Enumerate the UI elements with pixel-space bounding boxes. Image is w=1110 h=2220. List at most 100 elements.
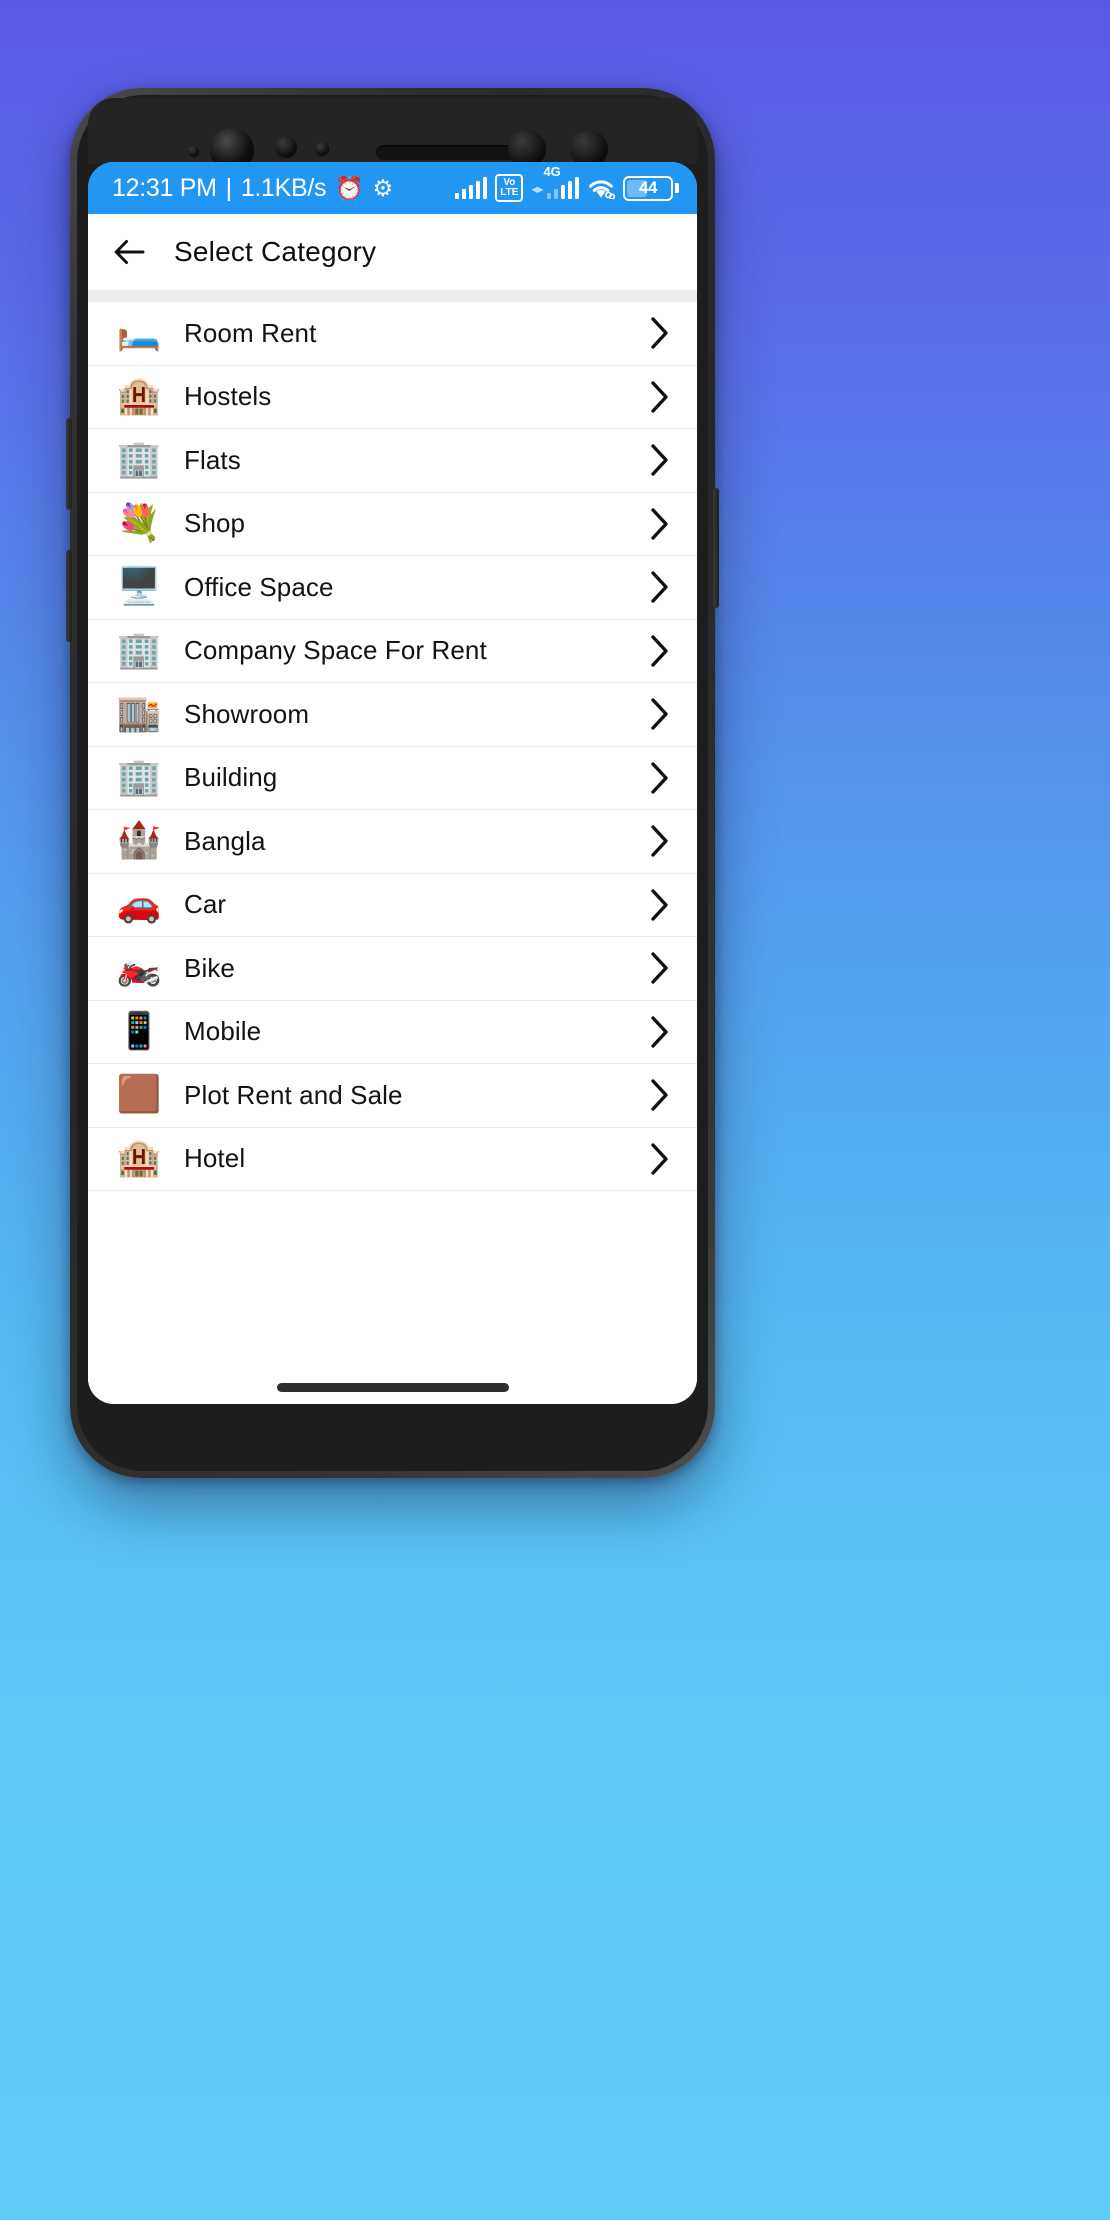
hotel-building-icon: 🏨: [116, 375, 162, 417]
list-item[interactable]: 🏢 Flats: [88, 429, 697, 493]
shop-storefront-icon: 💐: [116, 502, 162, 544]
list-item[interactable]: 🟫 Plot Rent and Sale: [88, 1064, 697, 1128]
chevron-right-icon[interactable]: [643, 380, 677, 414]
list-item[interactable]: 🏨 Hotel: [88, 1127, 697, 1191]
list-item[interactable]: 📱 Mobile: [88, 1000, 697, 1064]
chevron-right-icon: [651, 698, 668, 730]
arrow-left-icon: [114, 240, 145, 264]
chevron-right-icon[interactable]: [643, 1015, 677, 1049]
chevron-right-icon: [651, 952, 668, 984]
chevron-right-icon[interactable]: [643, 824, 677, 858]
power-button[interactable]: [713, 488, 719, 608]
list-item-label: Room Rent: [184, 317, 317, 348]
chevron-right-icon[interactable]: [643, 888, 677, 922]
chevron-right-icon[interactable]: [643, 1078, 677, 1112]
volte-badge-icon: Vo LTE: [495, 174, 524, 202]
volte-label-line2: LTE: [500, 187, 519, 198]
list-item-label: Office Space: [184, 571, 334, 602]
battery-body: 44: [623, 175, 673, 201]
list-item-label: Car: [184, 889, 227, 920]
chevron-right-icon[interactable]: [643, 570, 677, 604]
mobile-phone-icon: 📱: [116, 1010, 162, 1052]
signal-bars-icon: [546, 176, 579, 199]
list-item[interactable]: 🛏️ Room Rent: [88, 302, 697, 366]
list-item-label: Company Space For Rent: [184, 635, 487, 666]
data-transfer-arrows-icon: ◂▸: [531, 181, 544, 196]
list-item[interactable]: 🖥️ Office Space: [88, 556, 697, 620]
battery-indicator: 44: [623, 175, 679, 201]
car-icon: 🚗: [116, 883, 162, 925]
chevron-right-icon: [651, 1143, 668, 1175]
list-item[interactable]: 🏬 Showroom: [88, 683, 697, 747]
status-bar-left-group: 12:31 PM | 1.1KB/s ⏰ ⚙: [112, 174, 393, 203]
list-item[interactable]: 🏢 Company Space For Rent: [88, 619, 697, 683]
list-item-label: Bike: [184, 952, 235, 983]
app-bar: Select Category: [88, 214, 697, 290]
chevron-right-icon[interactable]: [643, 697, 677, 731]
farm-plot-icon: 🟫: [116, 1074, 162, 1116]
phone-device-frame: 12:31 PM | 1.1KB/s ⏰ ⚙ Vo LTE 4G ◂▸ 44 S…: [66, 88, 719, 1478]
office-buildings-icon: 🏢: [116, 439, 162, 481]
motorcycle-icon: 🏍️: [116, 947, 162, 989]
status-time: 12:31 PM: [112, 173, 217, 202]
list-item[interactable]: 💐 Shop: [88, 492, 697, 556]
volume-down-button[interactable]: [66, 550, 72, 642]
chevron-right-icon: [651, 381, 668, 413]
back-button[interactable]: [108, 230, 152, 274]
building-icon: 🏢: [116, 756, 162, 798]
chevron-right-icon[interactable]: [643, 316, 677, 350]
gear-icon: ⚙: [372, 174, 394, 201]
list-item-label: Hotel: [184, 1143, 246, 1174]
chevron-right-icon[interactable]: [643, 634, 677, 668]
list-item-label: Plot Rent and Sale: [184, 1079, 403, 1110]
phone-screen: 12:31 PM | 1.1KB/s ⏰ ⚙ Vo LTE 4G ◂▸ 44 S…: [88, 162, 697, 1404]
chevron-right-icon[interactable]: [643, 761, 677, 795]
list-item[interactable]: 🏍️ Bike: [88, 937, 697, 1001]
office-desk-icon: 🖥️: [116, 566, 162, 608]
chevron-right-icon[interactable]: [643, 443, 677, 477]
chevron-right-icon[interactable]: [643, 951, 677, 985]
chevron-right-icon: [651, 1016, 668, 1048]
list-item[interactable]: 🏨 Hostels: [88, 365, 697, 429]
company-building-icon: 🏢: [116, 629, 162, 671]
list-item-label: Showroom: [184, 698, 310, 729]
signal-bars-icon: [454, 176, 488, 199]
status-bar: 12:31 PM | 1.1KB/s ⏰ ⚙ Vo LTE 4G ◂▸ 44: [88, 162, 697, 214]
volume-up-button[interactable]: [66, 418, 72, 510]
status-separator: |: [225, 173, 233, 202]
chevron-right-icon[interactable]: [643, 1142, 677, 1176]
list-item[interactable]: 🚗 Car: [88, 873, 697, 937]
list-item[interactable]: 🏢 Building: [88, 746, 697, 810]
castle-icon: 🏰: [116, 820, 162, 862]
hotel-sign-icon: 🏨: [116, 1137, 162, 1179]
list-item[interactable]: 🏰 Bangla: [88, 810, 697, 874]
chevron-right-icon: [651, 762, 668, 794]
chevron-right-icon: [651, 317, 668, 349]
sensor-dot-icon: [275, 136, 297, 158]
chevron-right-icon: [651, 889, 668, 921]
car-showroom-icon: 🏬: [116, 693, 162, 735]
chevron-right-icon: [651, 1079, 668, 1111]
app-bar-divider: [88, 290, 697, 302]
list-item-label: Building: [184, 762, 278, 793]
chevron-right-icon: [651, 444, 668, 476]
chevron-right-icon: [651, 635, 668, 667]
list-item-label: Flats: [184, 444, 241, 475]
sensor-dot-icon: [188, 146, 199, 157]
chevron-right-icon[interactable]: [643, 507, 677, 541]
sim2-network-group: 4G ◂▸: [531, 164, 579, 199]
status-network-speed: 1.1KB/s: [240, 173, 327, 202]
sensor-dot-icon: [315, 142, 329, 156]
phone-notch-hardware-area: [88, 98, 697, 172]
status-bar-right-group: Vo LTE 4G ◂▸ 44: [454, 164, 679, 202]
list-item-label: Shop: [184, 508, 246, 539]
list-item-label: Hostels: [184, 381, 272, 412]
battery-percentage-label: 44: [638, 178, 658, 197]
category-list[interactable]: 🛏️ Room Rent 🏨 Hostels 🏢 Flats 💐 Shop 🖥️ Office S…: [88, 302, 697, 1404]
bed-icon: 🛏️: [116, 312, 162, 354]
alarm-clock-icon: ⏰: [335, 174, 364, 201]
chevron-right-icon: [651, 571, 668, 603]
chevron-right-icon: [651, 508, 668, 540]
wifi-icon: [587, 177, 615, 199]
list-item-label: Bangla: [184, 825, 266, 856]
